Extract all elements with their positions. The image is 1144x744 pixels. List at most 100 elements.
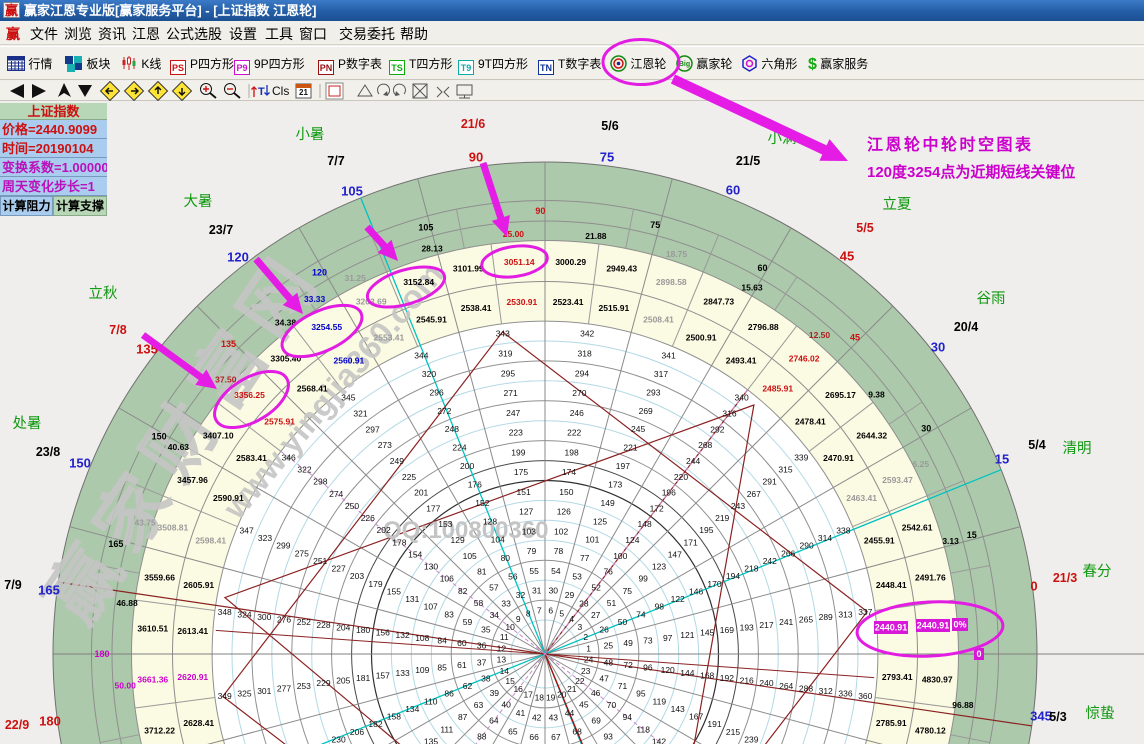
svg-text:9: 9 — [516, 614, 521, 624]
svg-text:21/3: 21/3 — [1053, 571, 1077, 585]
svg-text:196: 196 — [662, 488, 676, 498]
svg-text:27: 27 — [591, 610, 601, 620]
svg-text:55: 55 — [529, 566, 539, 576]
svg-text:293: 293 — [646, 387, 660, 397]
svg-text:339: 339 — [794, 452, 808, 462]
svg-text:218: 218 — [744, 564, 758, 574]
svg-text:180: 180 — [39, 714, 61, 729]
svg-text:322: 322 — [297, 465, 311, 475]
svg-text:128: 128 — [483, 516, 497, 526]
svg-text:195: 195 — [699, 525, 713, 535]
svg-text:2478.41: 2478.41 — [795, 416, 826, 426]
svg-text:15: 15 — [995, 452, 1009, 467]
svg-text:124: 124 — [625, 535, 639, 545]
svg-text:239: 239 — [744, 735, 758, 744]
svg-text:265: 265 — [799, 615, 813, 625]
svg-text:193: 193 — [740, 622, 754, 632]
svg-text:318: 318 — [578, 349, 592, 359]
svg-text:165: 165 — [38, 583, 60, 598]
svg-text:312: 312 — [819, 686, 833, 696]
svg-text:22/9: 22/9 — [5, 718, 29, 732]
svg-text:252: 252 — [297, 617, 311, 627]
svg-text:处暑: 处暑 — [13, 415, 42, 432]
svg-text:74: 74 — [636, 609, 646, 619]
svg-text:95: 95 — [636, 689, 646, 699]
svg-text:3101.99: 3101.99 — [453, 264, 484, 274]
svg-text:85: 85 — [437, 663, 447, 673]
svg-text:41: 41 — [516, 708, 526, 718]
svg-text:28.13: 28.13 — [421, 243, 443, 253]
svg-text:2: 2 — [583, 632, 588, 642]
svg-text:313: 313 — [838, 609, 852, 619]
svg-text:43.75: 43.75 — [134, 518, 156, 528]
svg-text:120: 120 — [312, 268, 327, 278]
svg-text:小暑: 小暑 — [296, 126, 325, 143]
svg-text:182: 182 — [368, 719, 382, 729]
svg-text:3254.55: 3254.55 — [311, 322, 342, 332]
svg-text:52: 52 — [591, 583, 601, 593]
svg-text:94: 94 — [623, 712, 633, 722]
svg-text:84: 84 — [437, 636, 447, 646]
svg-text:37.50: 37.50 — [215, 375, 237, 385]
svg-text:248: 248 — [445, 424, 459, 434]
svg-text:77: 77 — [580, 553, 590, 563]
svg-text:12.50: 12.50 — [809, 330, 831, 340]
svg-text:253: 253 — [297, 681, 311, 691]
svg-text:343: 343 — [496, 329, 510, 339]
svg-text:38: 38 — [481, 674, 491, 684]
svg-text:172: 172 — [650, 503, 664, 513]
svg-text:130: 130 — [424, 562, 438, 572]
svg-text:135: 135 — [221, 339, 236, 349]
svg-text:7/8: 7/8 — [109, 323, 126, 337]
svg-text:206: 206 — [350, 727, 364, 737]
svg-text:169: 169 — [720, 625, 734, 635]
svg-text:3457.96: 3457.96 — [177, 475, 208, 485]
svg-text:150: 150 — [69, 456, 91, 471]
svg-text:40.63: 40.63 — [168, 442, 190, 452]
svg-text:35: 35 — [481, 625, 491, 635]
svg-text:273: 273 — [378, 440, 392, 450]
svg-text:60: 60 — [757, 263, 767, 273]
svg-text:24: 24 — [584, 655, 594, 665]
svg-text:243: 243 — [731, 501, 745, 511]
svg-text:143: 143 — [671, 704, 685, 714]
svg-text:145: 145 — [700, 628, 714, 638]
svg-text:11: 11 — [500, 632, 509, 642]
svg-text:2898.58: 2898.58 — [656, 277, 687, 287]
svg-text:250: 250 — [345, 501, 359, 511]
svg-text:132: 132 — [396, 630, 410, 640]
svg-text:2440.91: 2440.91 — [917, 621, 950, 631]
svg-text:48: 48 — [604, 657, 614, 667]
svg-text:3152.84: 3152.84 — [403, 277, 434, 287]
svg-text:103: 103 — [522, 526, 536, 536]
svg-text:222: 222 — [567, 428, 581, 438]
svg-text:2644.32: 2644.32 — [856, 431, 887, 441]
svg-text:3: 3 — [578, 622, 583, 632]
svg-text:120: 120 — [227, 250, 249, 265]
svg-text:34: 34 — [490, 610, 500, 620]
svg-text:29: 29 — [565, 590, 575, 600]
svg-text:266: 266 — [781, 548, 795, 558]
svg-text:125: 125 — [593, 516, 607, 526]
svg-text:3661.36: 3661.36 — [137, 675, 168, 685]
svg-text:144: 144 — [680, 668, 694, 678]
svg-text:291: 291 — [763, 477, 777, 487]
svg-text:105: 105 — [341, 184, 363, 199]
svg-text:317: 317 — [654, 369, 668, 379]
svg-text:64: 64 — [489, 716, 499, 726]
svg-text:300: 300 — [257, 612, 271, 622]
svg-text:227: 227 — [332, 564, 346, 574]
svg-text:20/4: 20/4 — [954, 320, 978, 334]
svg-text:3712.22: 3712.22 — [144, 726, 175, 736]
svg-text:93: 93 — [603, 731, 613, 741]
svg-text:2448.41: 2448.41 — [876, 580, 907, 590]
svg-text:87: 87 — [458, 712, 468, 722]
svg-text:342: 342 — [580, 329, 594, 339]
svg-text:31: 31 — [532, 586, 542, 596]
svg-text:267: 267 — [747, 489, 761, 499]
svg-text:226: 226 — [361, 513, 375, 523]
svg-text:8: 8 — [526, 608, 531, 618]
svg-text:26: 26 — [599, 625, 609, 635]
svg-text:2485.91: 2485.91 — [762, 384, 793, 394]
svg-text:221: 221 — [623, 443, 637, 453]
